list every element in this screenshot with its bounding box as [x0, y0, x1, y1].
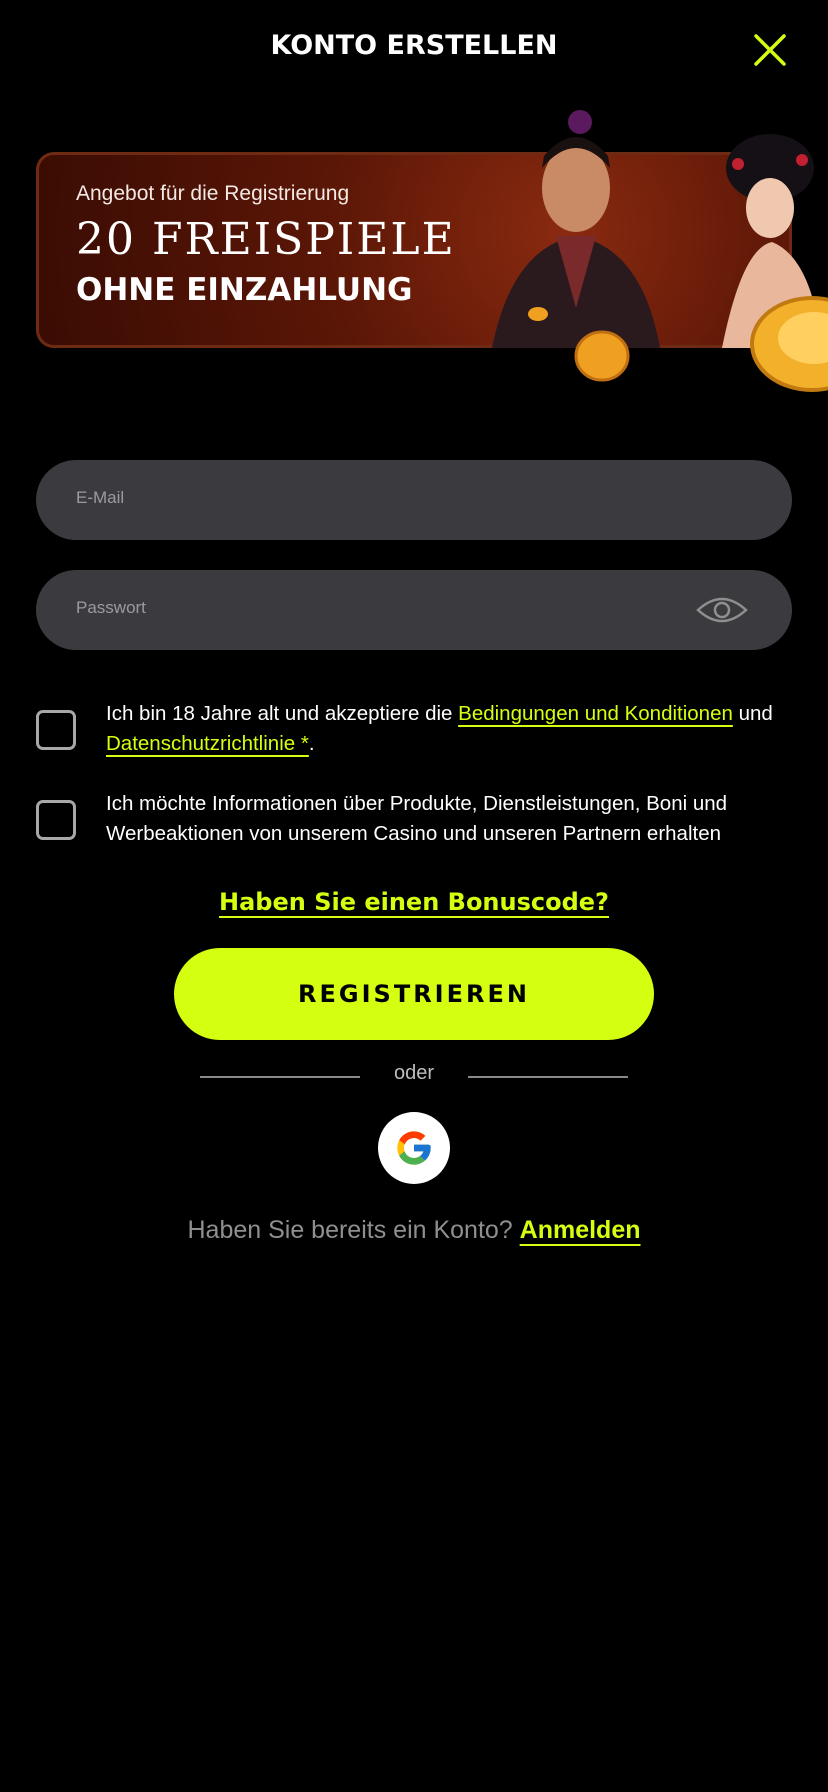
- close-icon[interactable]: [750, 30, 790, 70]
- terms-checkbox[interactable]: [36, 710, 76, 750]
- register-button[interactable]: REGISTRIEREN: [174, 948, 654, 1040]
- banner-headline: 20 FREISPIELE: [76, 214, 456, 265]
- terms-middle: und: [738, 702, 773, 725]
- privacy-link[interactable]: Datenschutzrichtlinie *: [106, 732, 309, 755]
- password-placeholder: Passwort: [76, 598, 146, 617]
- banner-characters-illustration: [492, 110, 828, 392]
- bonus-code-row: Haben Sie einen Bonuscode?: [0, 888, 828, 916]
- header: KONTO ERSTELLEN: [0, 0, 828, 100]
- bonus-code-link[interactable]: Haben Sie einen Bonuscode?: [219, 888, 609, 916]
- terms-consent-text: Ich bin 18 Jahre alt und akzeptiere die …: [106, 699, 796, 759]
- banner-subheadline: OHNE EINZAHLUNG: [76, 272, 413, 308]
- divider-text: oder: [393, 1062, 435, 1084]
- login-row: Haben Sie bereits ein Konto? Anmelden: [0, 1216, 828, 1245]
- email-field[interactable]: E-Mail: [36, 460, 792, 540]
- promo-banner: Angebot für die Registrierung 20 FREISPI…: [36, 110, 828, 392]
- terms-suffix: .: [308, 732, 315, 755]
- terms-prefix: Ich bin 18 Jahre alt und akzeptiere die: [106, 702, 459, 725]
- email-placeholder: E-Mail: [76, 488, 125, 507]
- google-login-button[interactable]: [378, 1112, 450, 1184]
- eye-icon[interactable]: [694, 590, 750, 630]
- marketing-checkbox[interactable]: [36, 800, 76, 840]
- login-question: Haben Sie bereits ein Konto?: [187, 1216, 520, 1244]
- marketing-consent-text: Ich möchte Informationen über Produkte, …: [106, 792, 728, 845]
- divider-right: [468, 1076, 628, 1078]
- password-field[interactable]: Passwort: [36, 570, 792, 650]
- banner-offer-label: Angebot für die Registrierung: [76, 182, 350, 205]
- google-icon: [397, 1131, 431, 1165]
- page-title: KONTO ERSTELLEN: [270, 30, 558, 61]
- login-link[interactable]: Anmelden: [520, 1216, 641, 1244]
- terms-link[interactable]: Bedingungen und Konditionen: [458, 702, 733, 725]
